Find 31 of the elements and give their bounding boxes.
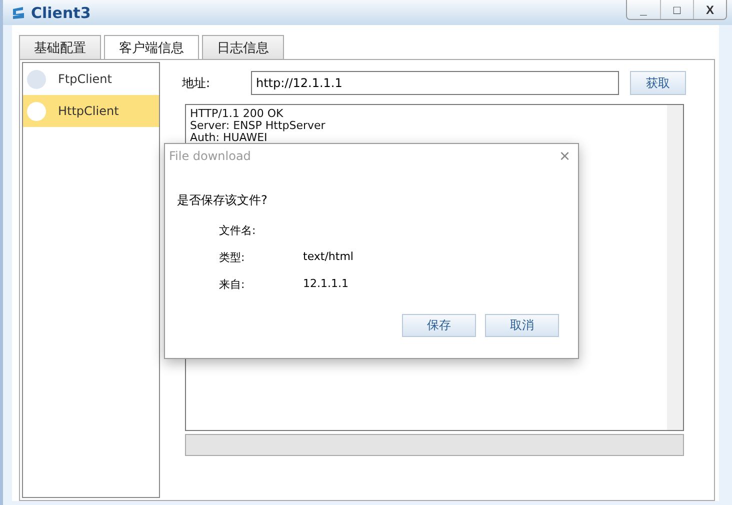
app-logo-icon [11,4,27,20]
circle-icon [27,70,46,88]
tab[interactable]: 基础配置 [19,35,101,59]
address-label: 地址: [182,74,212,92]
cancel-button[interactable]: 取消 [485,314,559,337]
circle-icon [27,102,46,120]
address-field[interactable]: http://12.1.1.1 [251,71,619,95]
minimize-button[interactable]: _ [627,0,660,19]
save-button[interactable]: 保存 [402,314,476,337]
dialog-question: 是否保存该文件? [177,192,268,209]
close-button[interactable]: X [693,0,726,19]
client-list-item[interactable]: FtpClient [23,63,159,95]
field-value: text/html [303,250,354,263]
tab[interactable]: 客户端信息 [104,35,199,59]
maximize-button[interactable]: □ [660,0,693,19]
field-label: 来自: [219,277,246,290]
close-button[interactable]: × [559,146,570,166]
field-label: 文件名: [219,223,257,236]
client-list-item[interactable]: HttpClient [23,95,159,127]
dialog-title: File download [169,149,251,163]
tab[interactable]: 日志信息 [202,35,284,59]
client-name: FtpClient [58,72,112,86]
scrollbar[interactable] [667,105,683,430]
field-label: 类型: [219,250,246,263]
client-name: HttpClient [58,104,119,118]
field-value: 12.1.1.1 [303,277,348,290]
fetch-button[interactable]: 获取 [630,71,686,95]
response-line: HTTP/1.1 200 OK [190,108,284,120]
response-line: Auth: HUAWEI [190,132,268,144]
window-title: Client3 [31,4,92,22]
response-line: Server: ENSP HttpServer [190,120,326,132]
